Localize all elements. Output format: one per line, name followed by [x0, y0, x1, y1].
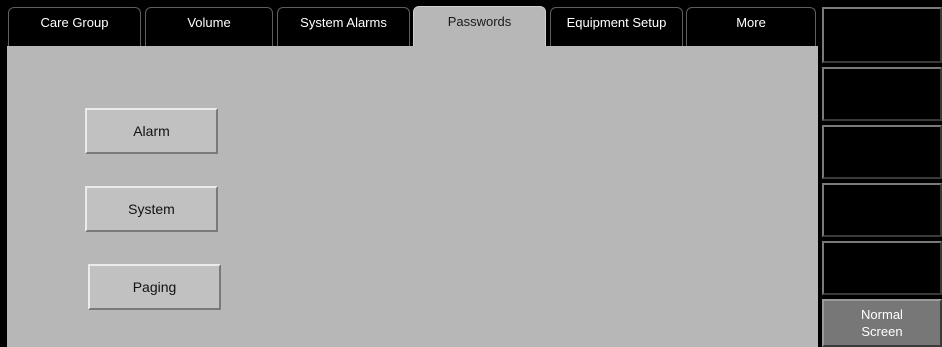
tab-care-group[interactable]: Care Group: [8, 7, 141, 46]
normal-screen-button[interactable]: Normal Screen: [822, 299, 942, 347]
side-key-1[interactable]: [822, 7, 942, 63]
tab-system-alarms[interactable]: System Alarms: [277, 7, 410, 46]
normal-screen-line1: Normal: [861, 307, 903, 322]
system-password-button[interactable]: System: [85, 186, 218, 232]
alarm-password-button[interactable]: Alarm: [85, 108, 218, 154]
normal-screen-label: Normal Screen: [861, 306, 903, 340]
tab-bar: Care Group Volume System Alarms Password…: [0, 0, 820, 47]
side-key-5[interactable]: [822, 241, 942, 295]
side-key-3[interactable]: [822, 125, 942, 179]
passwords-panel: Alarm System Paging: [7, 46, 818, 347]
tab-passwords[interactable]: Passwords: [413, 6, 546, 47]
normal-screen-line2: Screen: [861, 324, 903, 339]
tab-volume[interactable]: Volume: [145, 7, 273, 46]
tab-more[interactable]: More: [686, 7, 816, 46]
paging-password-button[interactable]: Paging: [88, 264, 221, 310]
tab-equipment-setup[interactable]: Equipment Setup: [550, 7, 683, 46]
side-key-4[interactable]: [822, 183, 942, 237]
side-key-2[interactable]: [822, 67, 942, 121]
